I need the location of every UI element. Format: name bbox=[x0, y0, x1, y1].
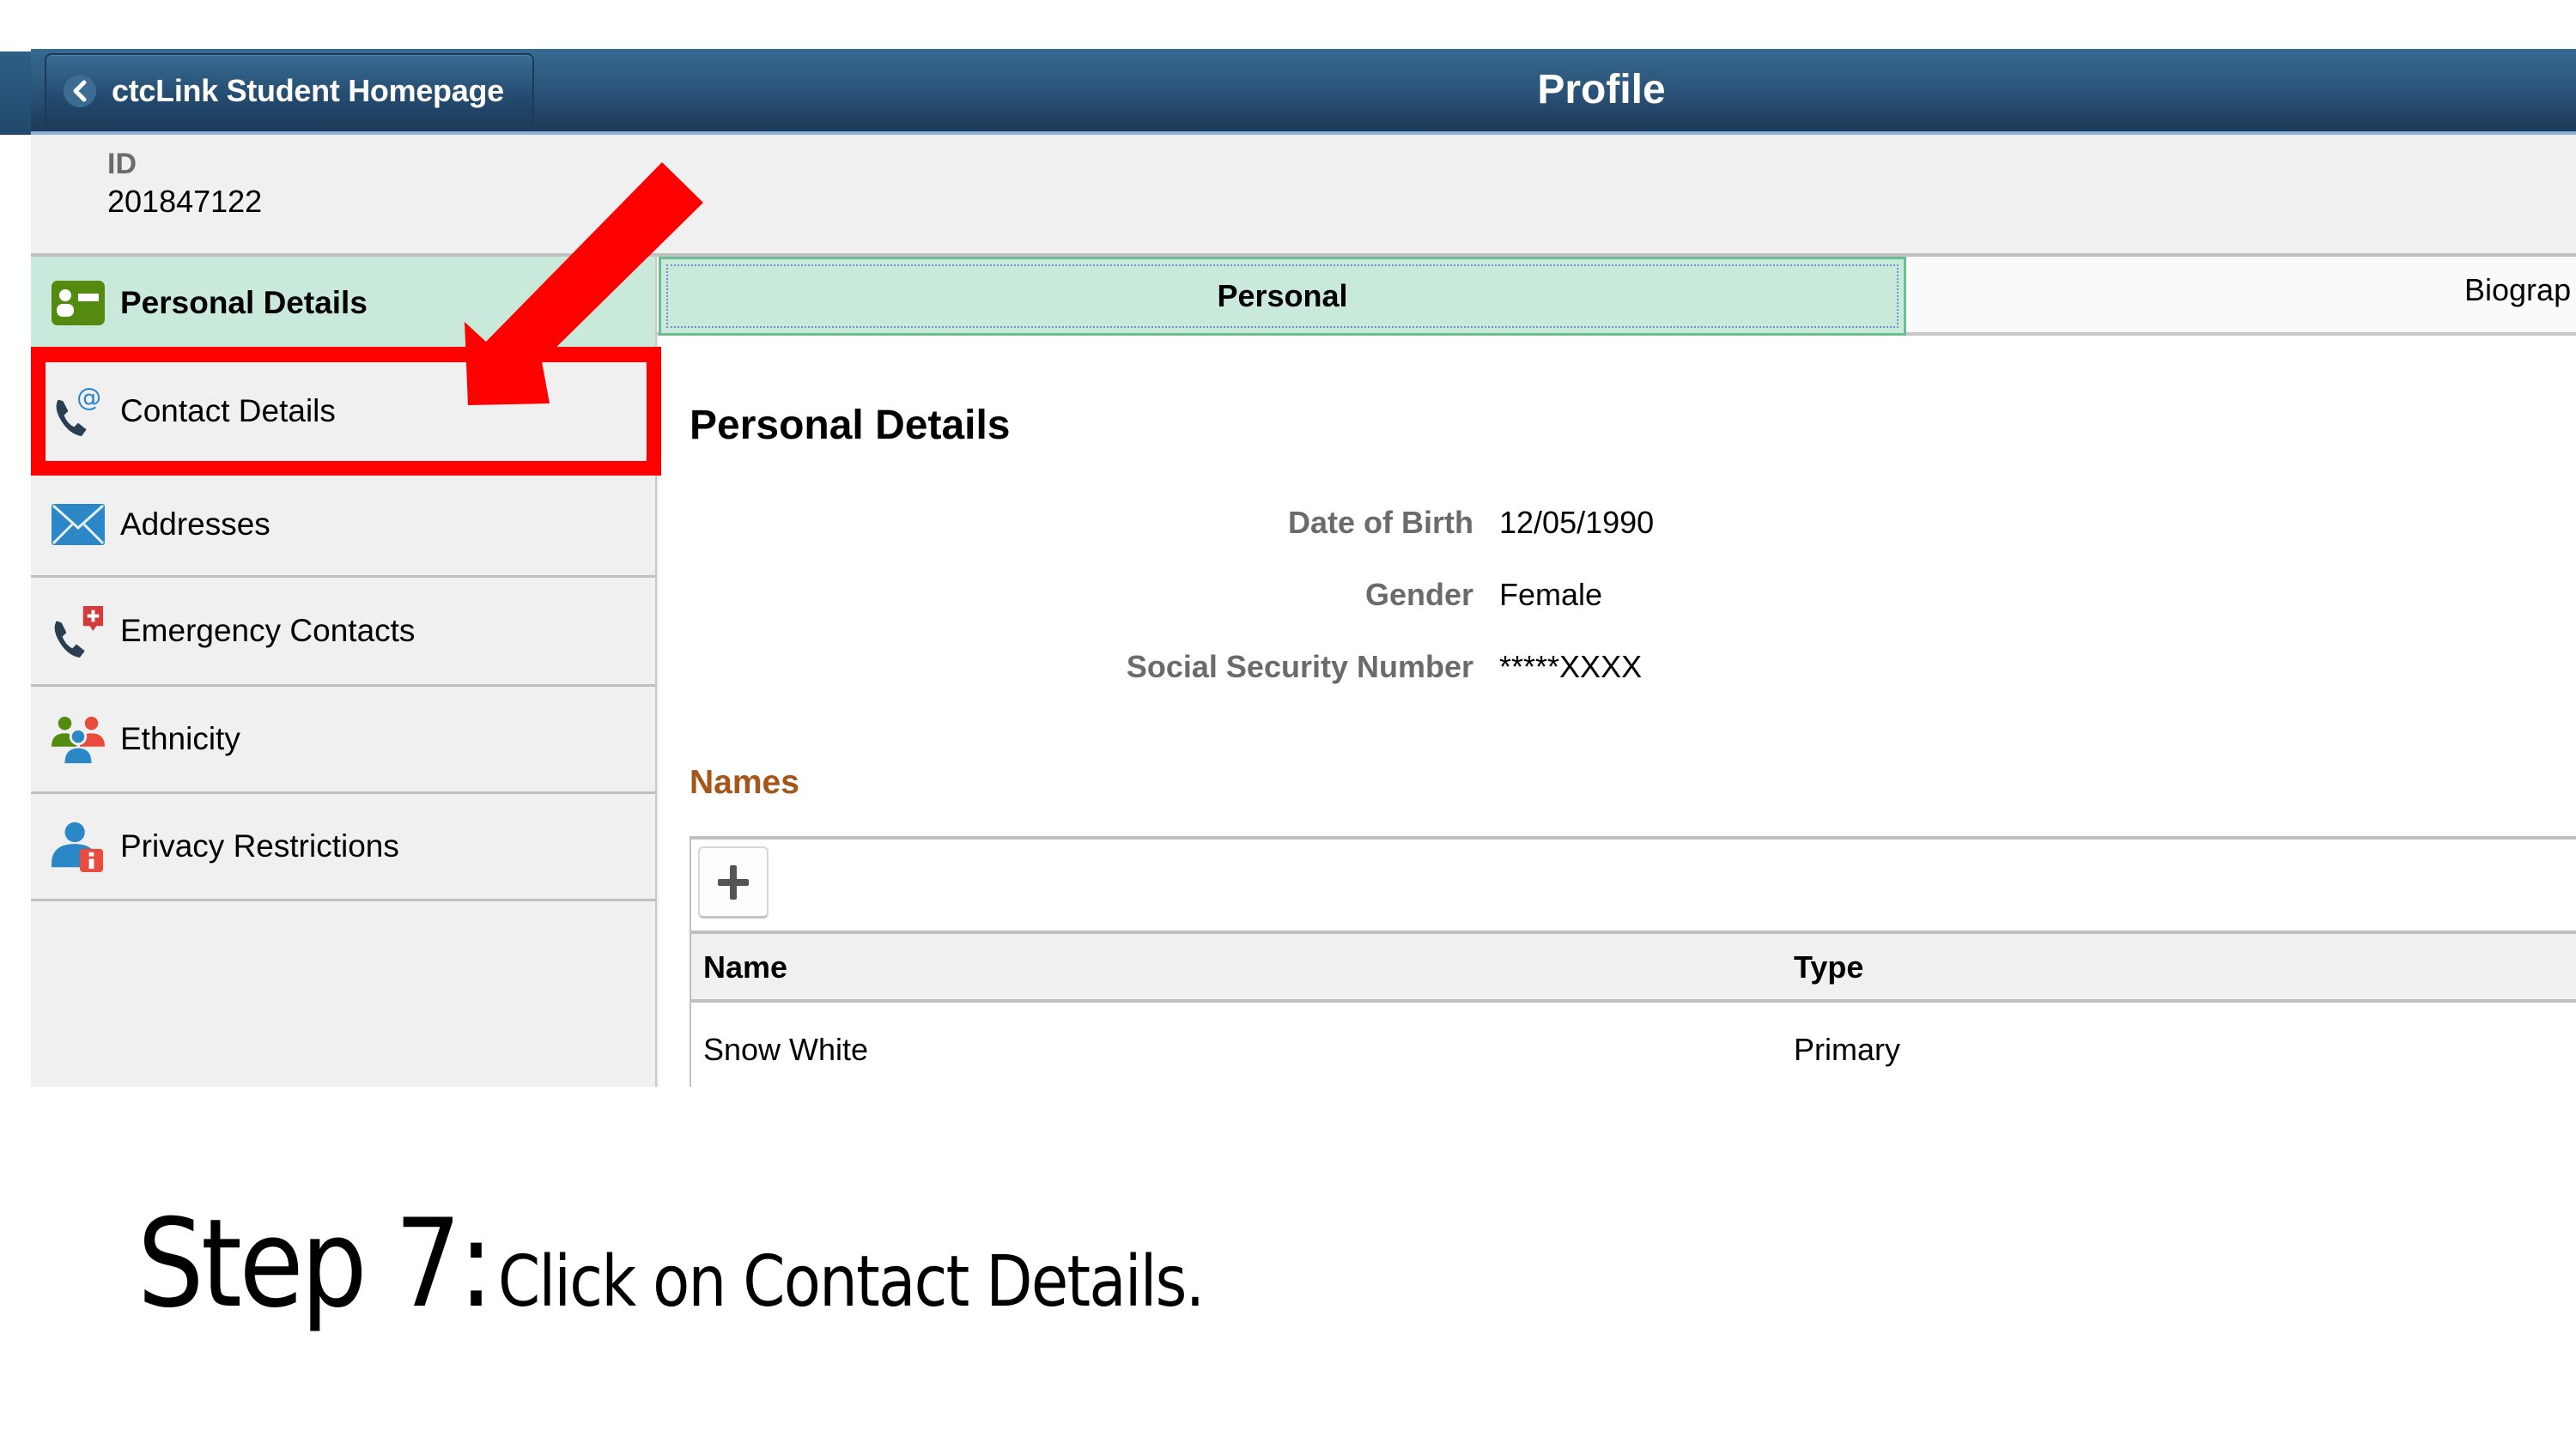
sidebar-item-personal-details[interactable]: Personal Details bbox=[31, 257, 655, 349]
names-grid: Name Type Snow White Primary bbox=[690, 836, 2576, 1087]
sidebar: Personal Details @ Contact Details Addre… bbox=[31, 253, 657, 1087]
sidebar-item-addresses[interactable]: Addresses bbox=[31, 473, 655, 578]
sidebar-item-label: Ethnicity bbox=[120, 721, 240, 756]
cell-type: Primary bbox=[1794, 1032, 1900, 1067]
column-header-type: Type bbox=[1794, 949, 1864, 985]
names-section-title: Names bbox=[690, 764, 799, 801]
id-card-icon bbox=[52, 276, 105, 330]
phone-medical-icon bbox=[52, 604, 105, 658]
id-value: 201847122 bbox=[107, 184, 263, 219]
field-label-gender: Gender bbox=[1364, 577, 1473, 612]
grid-header-row: Name Type bbox=[691, 931, 2576, 1003]
tab-personal[interactable]: Personal bbox=[659, 257, 1906, 336]
phone-at-icon: @ bbox=[52, 384, 105, 438]
id-label: ID bbox=[107, 148, 137, 180]
tab-biographical-label[interactable]: Biograp bbox=[2464, 272, 2571, 308]
sidebar-item-contact-details[interactable]: @ Contact Details bbox=[31, 349, 655, 473]
tab-label: Personal bbox=[1217, 278, 1348, 313]
sidebar-item-label: Emergency Contacts bbox=[120, 613, 416, 648]
instruction-caption: Step 7: Click on Contact Details. bbox=[137, 1193, 1205, 1335]
sidebar-item-privacy-restrictions[interactable]: Privacy Restrictions bbox=[31, 794, 655, 901]
table-row[interactable]: Snow White Primary bbox=[691, 1003, 2576, 1088]
plus-icon bbox=[718, 864, 749, 900]
sidebar-item-label: Privacy Restrictions bbox=[120, 828, 399, 864]
caption-text: Click on Contact Details. bbox=[498, 1241, 1205, 1323]
field-label-dob: Date of Birth bbox=[1288, 505, 1473, 540]
sidebar-item-ethnicity[interactable]: Ethnicity bbox=[31, 687, 655, 794]
chevron-left-icon bbox=[64, 75, 96, 107]
caption-step: Step 7: bbox=[137, 1193, 494, 1335]
left-edge-strip bbox=[0, 52, 31, 135]
sidebar-item-label: Personal Details bbox=[120, 284, 368, 320]
field-label-ssn: Social Security Number bbox=[1126, 649, 1473, 684]
envelope-icon bbox=[52, 498, 105, 551]
field-value-ssn: *****XXXX bbox=[1499, 649, 1643, 684]
field-value-gender: Female bbox=[1499, 577, 1603, 612]
cell-name: Snow White bbox=[703, 1032, 869, 1067]
sidebar-item-label: Addresses bbox=[120, 506, 270, 542]
sidebar-item-emergency-contacts[interactable]: Emergency Contacts bbox=[31, 578, 655, 687]
people-group-icon bbox=[52, 712, 105, 766]
column-header-name: Name bbox=[703, 949, 788, 985]
back-button-label: ctcLink Student Homepage bbox=[112, 73, 504, 108]
sidebar-item-label: Contact Details bbox=[120, 392, 336, 428]
tab-bar: Personal Biograp bbox=[657, 253, 2576, 336]
header-bar: Profile ctcLink Student Homepage bbox=[31, 49, 2576, 135]
back-button[interactable]: ctcLink Student Homepage bbox=[45, 53, 534, 129]
field-value-dob: 12/05/1990 bbox=[1499, 505, 1655, 540]
add-name-button[interactable] bbox=[698, 846, 769, 919]
svg-text:@: @ bbox=[76, 384, 101, 412]
section-title: Personal Details bbox=[690, 403, 1011, 448]
user-info-icon bbox=[52, 820, 105, 873]
